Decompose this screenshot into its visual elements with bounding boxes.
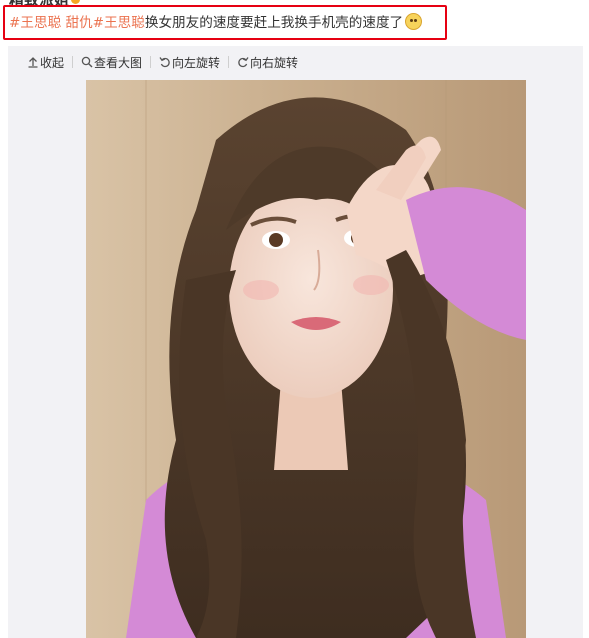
smiling-face-emoji-icon	[405, 13, 423, 30]
rotate-right-label: 向右旋转	[250, 55, 299, 70]
rotate-right-icon	[238, 57, 249, 68]
post-photo[interactable]	[86, 80, 526, 638]
verified-badge-icon	[71, 0, 81, 4]
magnifier-icon	[81, 56, 93, 68]
view-large-button[interactable]: 查看大图	[81, 54, 142, 71]
image-toolbar: 收起 查看大图 向左旋转 向右旋转	[27, 52, 298, 72]
toolbar-divider	[72, 56, 74, 68]
collapse-label: 收起	[40, 55, 65, 70]
hashtag-link-2[interactable]: 王思聪	[104, 15, 145, 31]
post-text: #王思聪 甜仇#王思聪换女朋友的速度要赶上我换手机壳的速度了	[9, 13, 423, 33]
rotate-left-button[interactable]: 向左旋转	[159, 54, 220, 71]
post-body-text: 换女朋友的速度要赶上我换手机壳的速度了	[144, 15, 404, 31]
collapse-up-arrow-icon	[28, 57, 38, 68]
hashtag-link[interactable]: #王思聪 甜仇#	[9, 15, 104, 31]
rotate-left-icon	[159, 57, 170, 68]
toolbar-divider	[150, 56, 152, 68]
view-large-label: 查看大图	[94, 55, 143, 70]
rotate-left-label: 向左旋转	[172, 55, 221, 70]
collapse-button[interactable]: 收起	[27, 54, 64, 71]
toolbar-divider	[228, 56, 230, 68]
rotate-right-button[interactable]: 向右旋转	[237, 54, 298, 71]
portrait-photo-illustration	[86, 80, 526, 638]
